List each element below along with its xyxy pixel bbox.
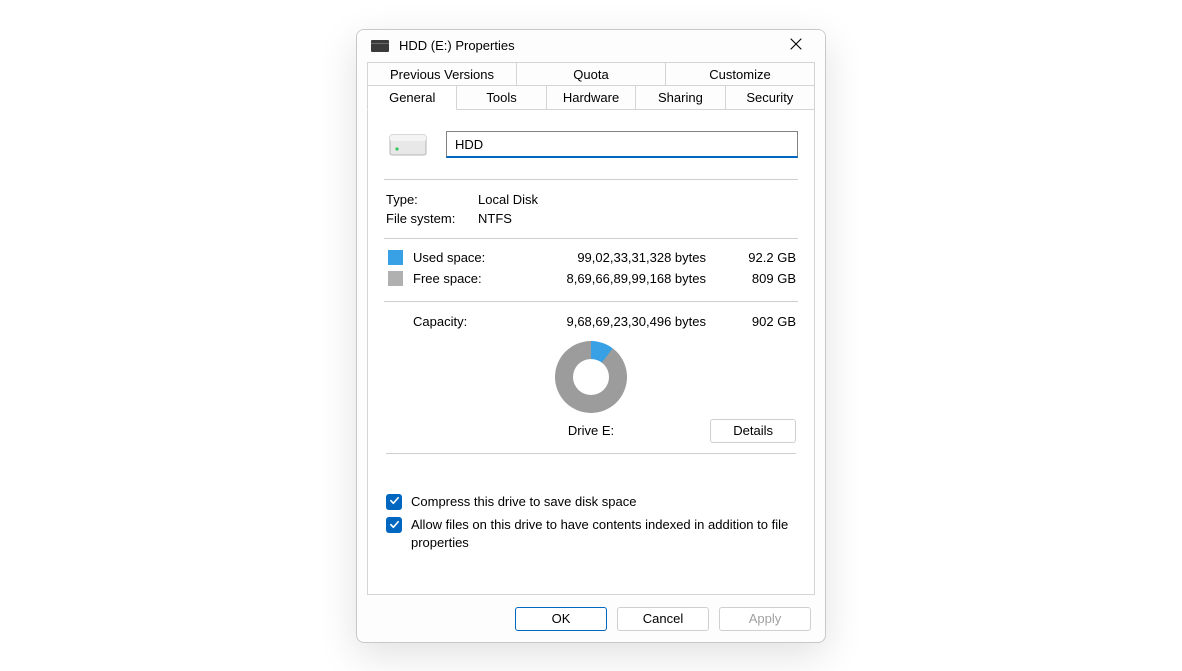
apply-button[interactable]: Apply: [719, 607, 811, 631]
usage-donut-wrap: [386, 341, 796, 413]
drive-icon-small: [371, 39, 389, 53]
free-human: 809 GB: [734, 271, 796, 286]
divider: [386, 453, 796, 454]
checkbox-section: Compress this drive to save disk space A…: [384, 462, 798, 557]
filesystem-row: File system: NTFS: [386, 209, 796, 228]
checkmark-icon: [389, 518, 400, 533]
tab-customize[interactable]: Customize: [665, 62, 815, 86]
window-title: HDD (E:) Properties: [399, 38, 515, 53]
tab-sharing[interactable]: Sharing: [635, 85, 725, 110]
free-bytes: 8,69,66,89,99,168 bytes: [499, 271, 734, 286]
capacity-label: Capacity:: [386, 314, 499, 329]
capacity-human: 902 GB: [734, 314, 796, 329]
tab-area: Previous Versions Quota Customize Genera…: [357, 62, 825, 595]
usage-donut-icon: [555, 341, 627, 413]
details-button[interactable]: Details: [710, 419, 796, 443]
free-swatch-icon: [388, 271, 403, 286]
ok-button[interactable]: OK: [515, 607, 607, 631]
filesystem-value: NTFS: [478, 211, 512, 226]
titlebar: HDD (E:) Properties: [357, 30, 825, 62]
index-checkbox[interactable]: [386, 517, 402, 533]
tab-general[interactable]: General: [367, 85, 457, 110]
properties-dialog: HDD (E:) Properties Previous Versions Qu…: [356, 29, 826, 643]
type-value: Local Disk: [478, 192, 538, 207]
capacity-bytes: 9,68,69,23,30,496 bytes: [499, 314, 734, 329]
drive-letter-label: Drive E:: [498, 423, 684, 438]
drive-icon: [384, 127, 432, 163]
button-bar: OK Cancel Apply: [357, 595, 825, 643]
capacity-section: Capacity: 9,68,69,23,30,496 bytes 902 GB…: [384, 301, 798, 462]
tab-panel-general: Type: Local Disk File system: NTFS Used …: [367, 109, 815, 595]
tab-quota[interactable]: Quota: [516, 62, 666, 86]
type-label: Type:: [386, 192, 478, 207]
compress-checkbox[interactable]: [386, 494, 402, 510]
drive-name-row: [384, 127, 798, 163]
compress-label[interactable]: Compress this drive to save disk space: [411, 493, 636, 511]
drive-label-row: Drive E: Details: [386, 419, 796, 443]
cancel-button[interactable]: Cancel: [617, 607, 709, 631]
used-label: Used space:: [413, 250, 499, 265]
tab-previous-versions[interactable]: Previous Versions: [367, 62, 517, 86]
close-button[interactable]: [777, 30, 815, 62]
capacity-row: Capacity: 9,68,69,23,30,496 bytes 902 GB: [386, 312, 796, 331]
checkmark-icon: [389, 494, 400, 509]
space-section: Used space: 99,02,33,31,328 bytes 92.2 G…: [384, 238, 798, 297]
tab-hardware[interactable]: Hardware: [546, 85, 636, 110]
info-section: Type: Local Disk File system: NTFS: [384, 179, 798, 238]
tab-security[interactable]: Security: [725, 85, 815, 110]
used-human: 92.2 GB: [734, 250, 796, 265]
tabs-row-2: General Tools Hardware Sharing Security: [367, 85, 815, 110]
tab-tools[interactable]: Tools: [456, 85, 546, 110]
type-row: Type: Local Disk: [386, 190, 796, 209]
close-icon: [790, 38, 802, 53]
free-space-row: Free space: 8,69,66,89,99,168 bytes 809 …: [386, 268, 796, 289]
used-space-row: Used space: 99,02,33,31,328 bytes 92.2 G…: [386, 247, 796, 268]
index-checkbox-row: Allow files on this drive to have conten…: [386, 513, 796, 554]
tabs-row-1: Previous Versions Quota Customize: [367, 62, 815, 86]
filesystem-label: File system:: [386, 211, 478, 226]
free-label: Free space:: [413, 271, 499, 286]
drive-name-input[interactable]: [446, 131, 798, 158]
compress-checkbox-row: Compress this drive to save disk space: [386, 490, 796, 514]
used-swatch-icon: [388, 250, 403, 265]
index-label[interactable]: Allow files on this drive to have conten…: [411, 516, 796, 551]
used-bytes: 99,02,33,31,328 bytes: [499, 250, 734, 265]
